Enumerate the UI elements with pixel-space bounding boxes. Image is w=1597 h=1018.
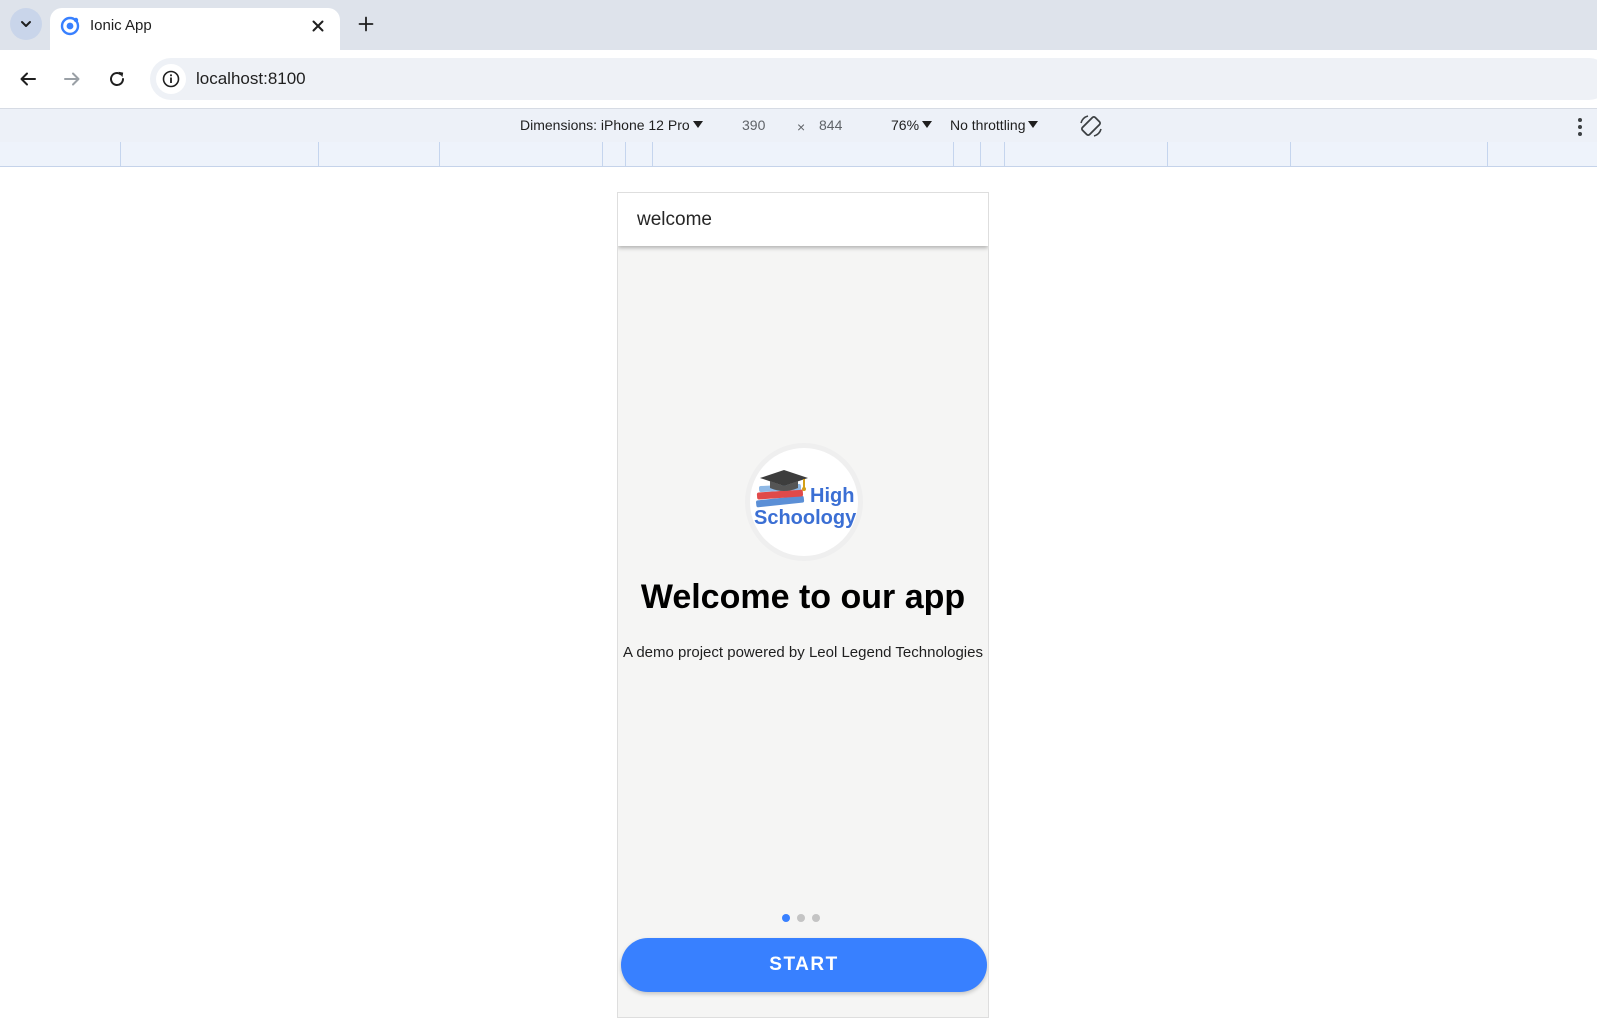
throttling-select[interactable]: No throttling xyxy=(950,117,1039,133)
ruler-tick[interactable] xyxy=(1487,142,1488,166)
pager-dot[interactable] xyxy=(782,914,790,922)
ruler-tick[interactable] xyxy=(602,142,603,166)
throttling-label: No throttling xyxy=(950,117,1026,133)
ruler-tick[interactable] xyxy=(625,142,626,166)
logo-word-schoology: Schoology xyxy=(754,507,857,529)
welcome-heading: Welcome to our app xyxy=(640,578,966,616)
device-dimensions-select[interactable]: Dimensions: iPhone 12 Pro xyxy=(520,117,703,133)
ruler-tick[interactable] xyxy=(652,142,653,166)
ruler-tick[interactable] xyxy=(1167,142,1168,166)
ruler-tick[interactable] xyxy=(980,142,981,166)
start-button[interactable]: START xyxy=(621,938,987,992)
device-viewport: welcome High Schoology Welcome to our ap… xyxy=(617,192,989,1018)
device-dimensions-label: Dimensions: iPhone 12 Pro xyxy=(520,117,690,133)
logo-word-high: High xyxy=(810,485,854,507)
ionic-favicon-icon xyxy=(60,16,80,36)
caret-down-icon xyxy=(692,121,703,128)
reload-icon xyxy=(110,71,124,86)
zoom-select[interactable]: 76% xyxy=(891,117,933,133)
ruler-tick[interactable] xyxy=(439,142,440,166)
rotate-icon[interactable] xyxy=(1078,113,1104,139)
close-icon xyxy=(312,20,324,32)
pager-dot[interactable] xyxy=(797,914,805,922)
forward-button[interactable] xyxy=(57,64,87,94)
tab-search-button[interactable] xyxy=(10,8,42,40)
dimension-times-symbol: × xyxy=(797,119,806,135)
caret-down-icon xyxy=(922,121,933,128)
plus-icon xyxy=(358,16,374,32)
app-logo: High Schoology xyxy=(745,443,863,561)
device-height-input[interactable]: 844 xyxy=(819,117,842,133)
ruler-tick[interactable] xyxy=(1004,142,1005,166)
pager-dot[interactable] xyxy=(812,914,820,922)
slide-pager xyxy=(782,914,820,922)
device-toolbar: Dimensions: iPhone 12 Pro 390 × 844 76% … xyxy=(0,108,1597,142)
device-width-input[interactable]: 390 xyxy=(742,117,765,133)
ruler-tick[interactable] xyxy=(953,142,954,166)
tab-strip: Ionic App xyxy=(0,0,1597,50)
app-header: welcome xyxy=(618,193,988,246)
site-info-button[interactable] xyxy=(156,64,186,94)
back-button[interactable] xyxy=(13,64,43,94)
page-title: welcome xyxy=(637,209,712,230)
browser-tab[interactable]: Ionic App xyxy=(50,8,340,50)
ruler-tick[interactable] xyxy=(318,142,319,166)
tab-title: Ionic App xyxy=(90,17,152,34)
info-icon xyxy=(162,70,180,88)
browser-toolbar: localhost:8100 xyxy=(0,50,1597,108)
new-tab-button[interactable] xyxy=(352,10,380,38)
zoom-label: 76% xyxy=(891,117,920,133)
ruler-tick[interactable] xyxy=(120,142,121,166)
caret-down-icon xyxy=(1028,121,1039,128)
more-options-icon[interactable] xyxy=(1572,117,1588,137)
address-bar[interactable]: localhost:8100 xyxy=(150,58,1597,100)
graduation-cap-books-icon: High Schoology xyxy=(754,470,857,529)
welcome-subtitle: A demo project powered by Leol Legend Te… xyxy=(623,644,983,661)
chevron-down-icon xyxy=(21,21,31,27)
url-text: localhost:8100 xyxy=(196,69,306,88)
media-query-ruler xyxy=(0,142,1597,167)
close-tab-button[interactable] xyxy=(306,14,330,38)
reload-button[interactable] xyxy=(102,64,132,94)
arrow-left-icon xyxy=(20,72,36,86)
arrow-right-icon xyxy=(64,72,80,86)
ruler-tick[interactable] xyxy=(1290,142,1291,166)
